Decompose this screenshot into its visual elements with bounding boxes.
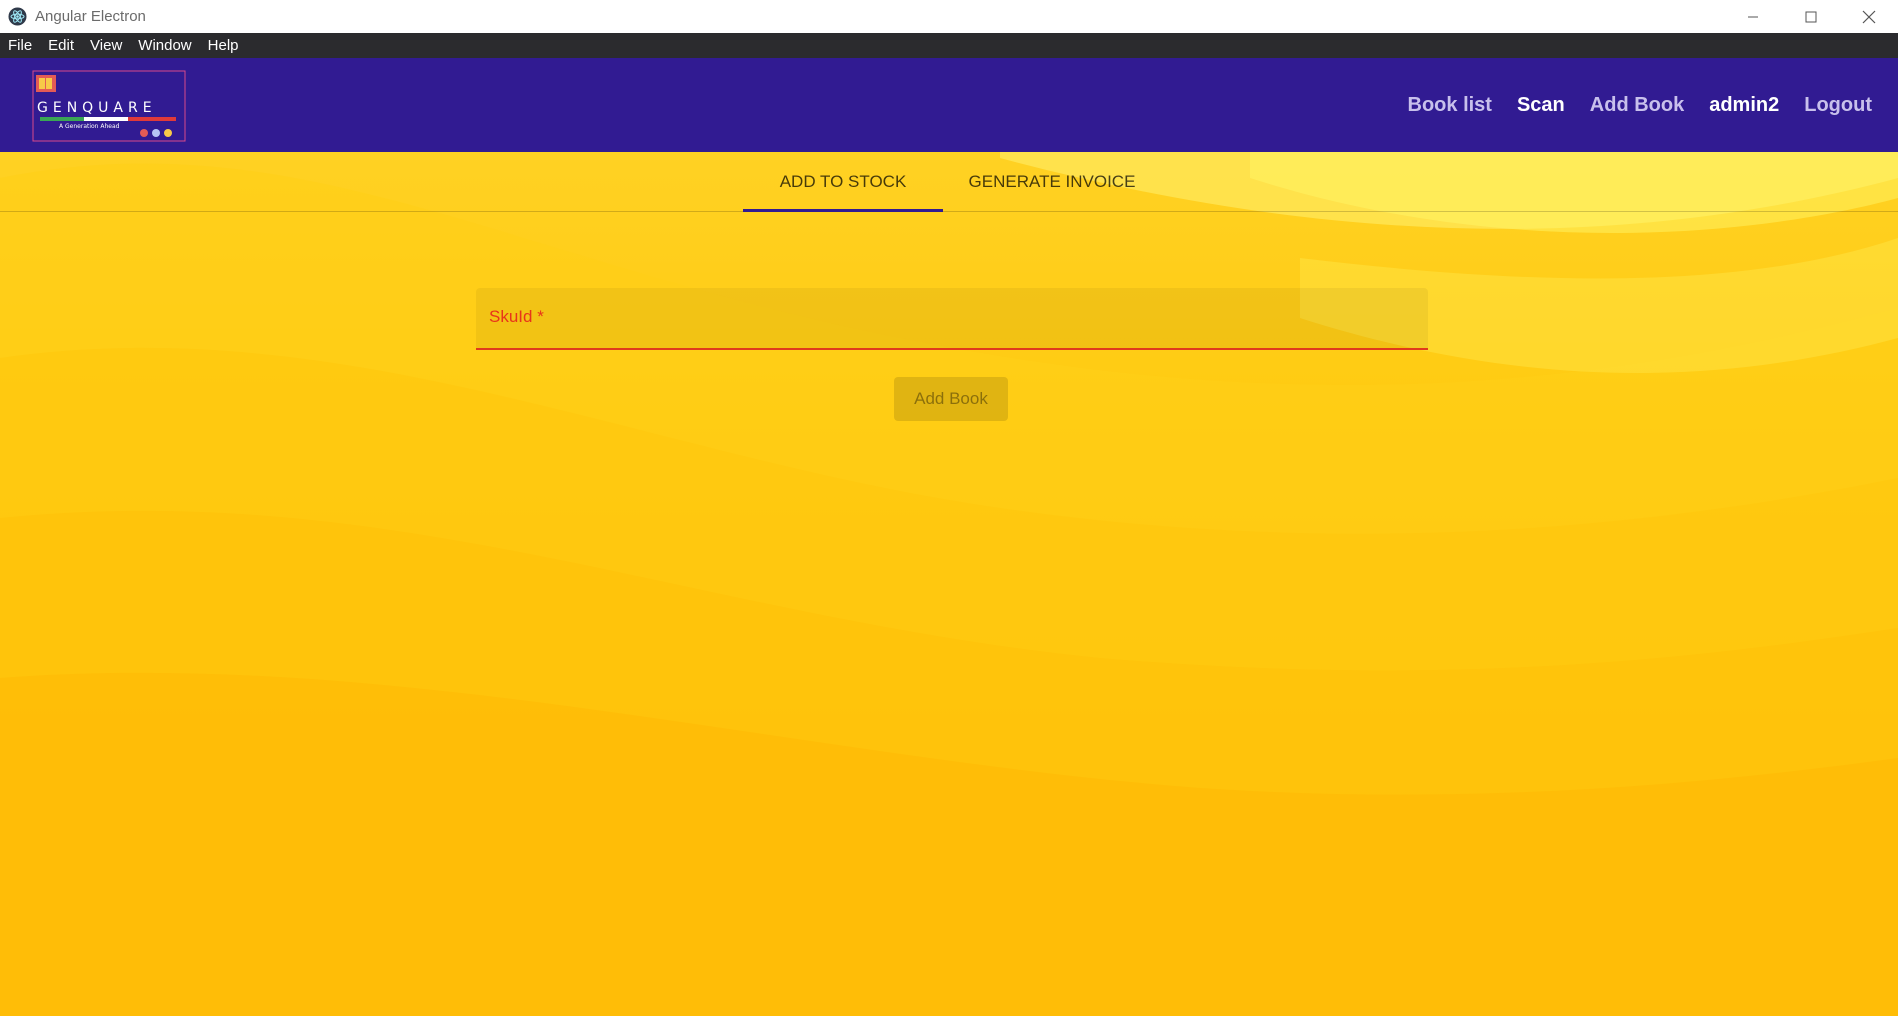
logo-tagline: A Generation Ahead (59, 123, 120, 130)
maximize-button[interactable] (1782, 0, 1840, 33)
menu-view[interactable]: View (82, 33, 130, 58)
electron-app-icon (8, 7, 27, 26)
menu-file[interactable]: File (0, 33, 40, 58)
skuid-input[interactable] (476, 288, 1428, 348)
close-icon (1862, 10, 1876, 23)
app-content: GENQUARE A Generation Ahead Book list Sc… (0, 58, 1898, 1016)
menu-edit[interactable]: Edit (40, 33, 82, 58)
tab-group: ADD TO STOCK GENERATE INVOICE (743, 152, 1161, 212)
tab-add-to-stock[interactable]: ADD TO STOCK (743, 152, 943, 212)
window-titlebar: Angular Electron (0, 0, 1898, 33)
close-window-button[interactable] (1840, 0, 1898, 33)
tab-bar: ADD TO STOCK GENERATE INVOICE (0, 152, 1898, 212)
top-navbar: GENQUARE A Generation Ahead Book list Sc… (0, 58, 1898, 152)
add-book-button[interactable]: Add Book (894, 377, 1008, 421)
nav-links: Book list Scan Add Book admin2 Logout (1383, 58, 1872, 152)
tab-generate-invoice[interactable]: GENERATE INVOICE (943, 152, 1161, 211)
minimize-icon (1748, 16, 1758, 17)
maximize-icon (1805, 11, 1817, 22)
nav-logout[interactable]: Logout (1804, 94, 1872, 117)
window-controls (1724, 0, 1898, 33)
nav-username[interactable]: admin2 (1709, 94, 1779, 117)
window-title: Angular Electron (35, 8, 146, 25)
menu-bar: File Edit View Window Help (0, 33, 1898, 58)
minimize-button[interactable] (1724, 0, 1782, 33)
nav-book-list[interactable]: Book list (1408, 94, 1492, 117)
menu-window[interactable]: Window (130, 33, 199, 58)
nav-scan[interactable]: Scan (1517, 94, 1565, 117)
nav-add-book[interactable]: Add Book (1590, 94, 1684, 117)
logo-wordmark: GENQUARE (37, 100, 157, 116)
menu-help[interactable]: Help (200, 33, 247, 58)
genquare-logo[interactable]: GENQUARE A Generation Ahead (32, 70, 186, 142)
skuid-field[interactable]: SkuId * (476, 288, 1428, 350)
